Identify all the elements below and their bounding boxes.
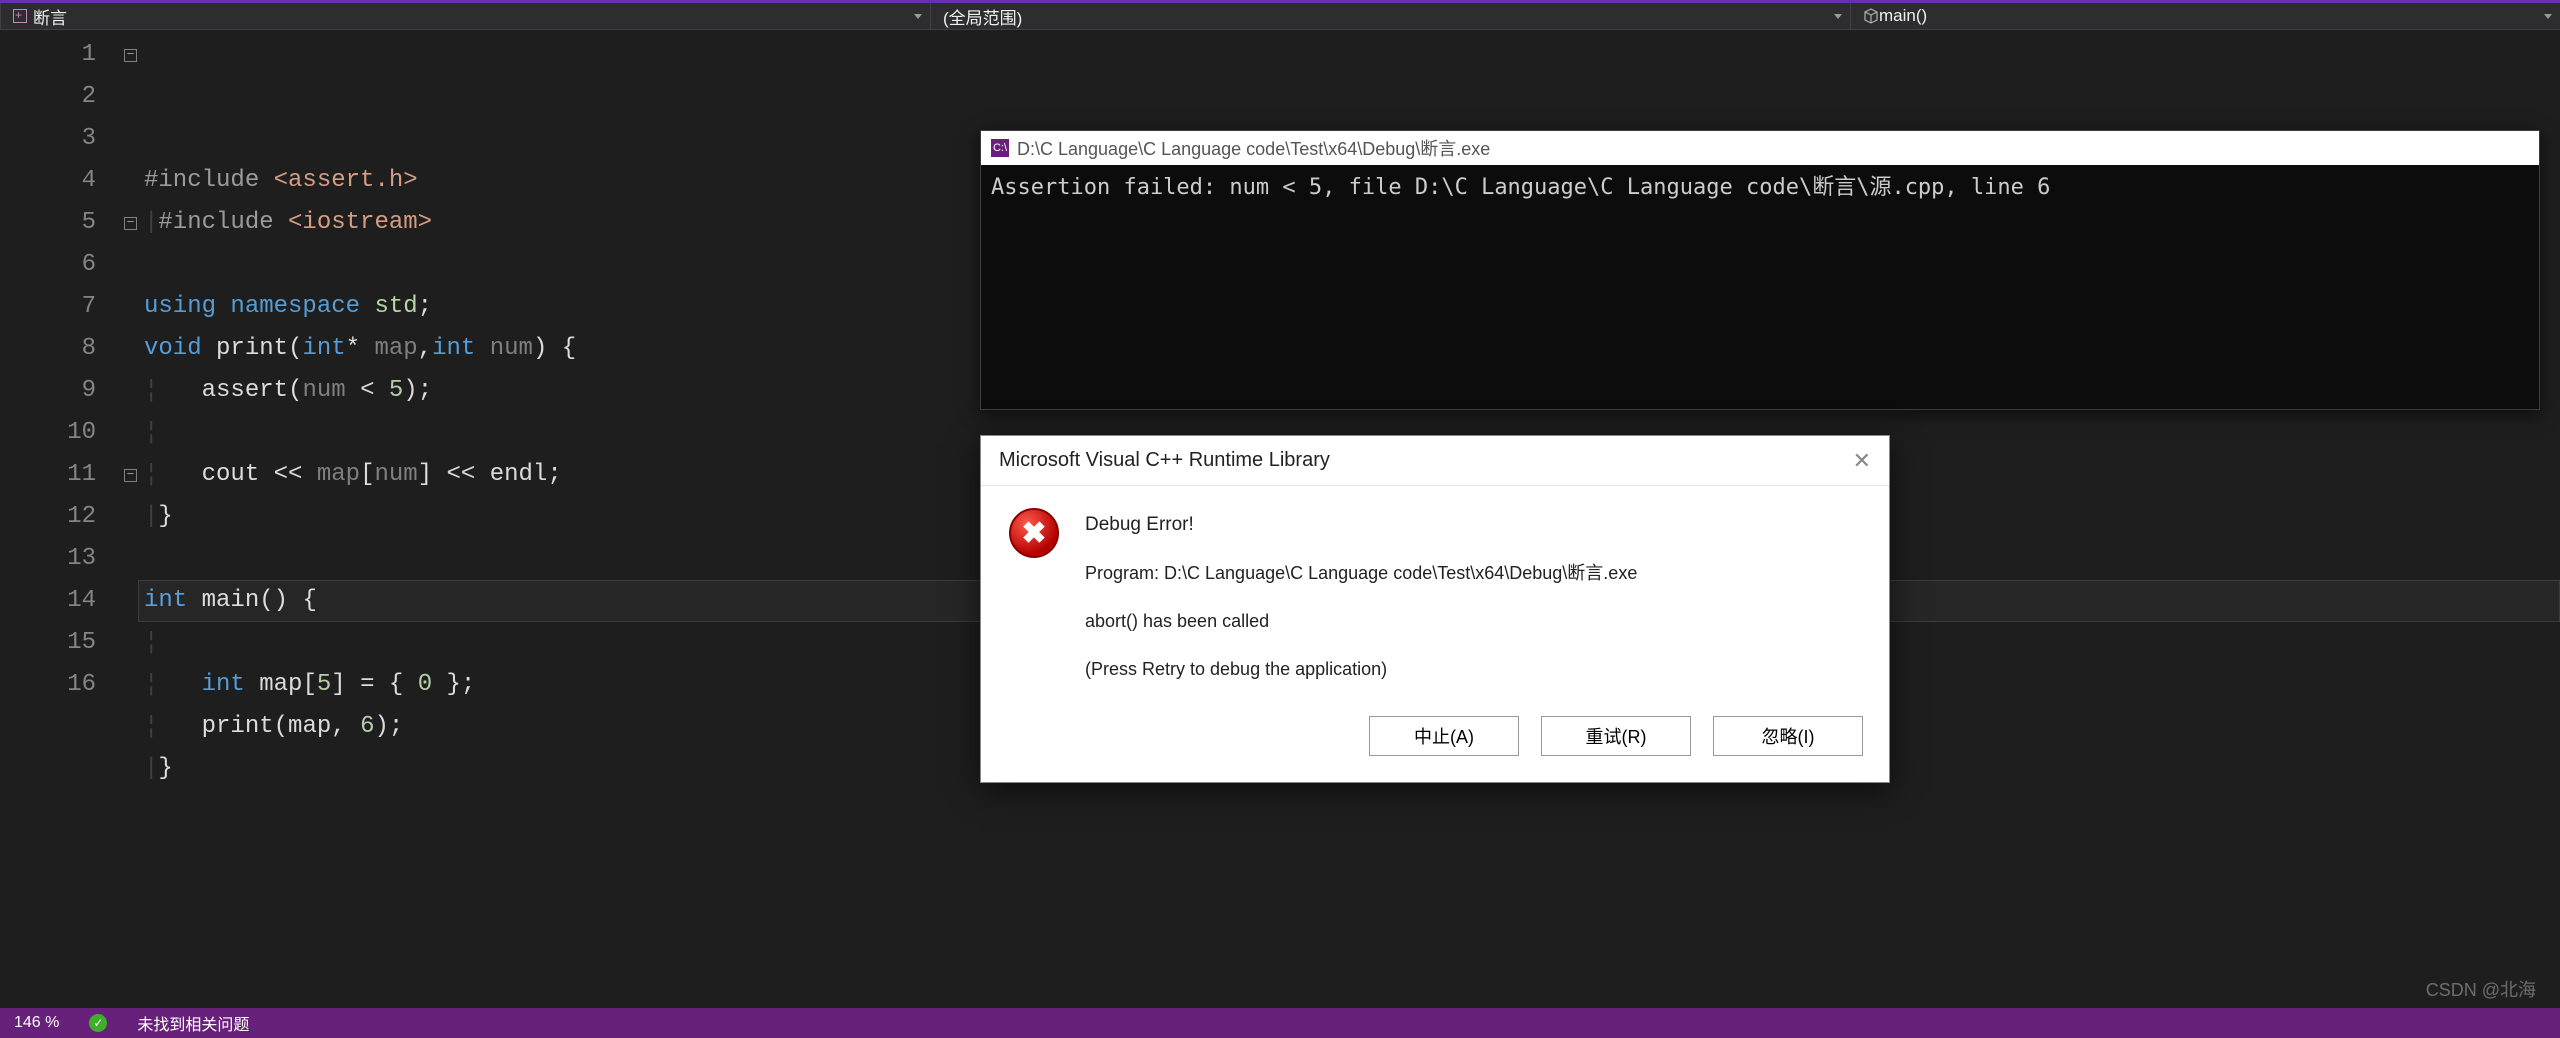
- close-icon[interactable]: ✕: [1853, 448, 1871, 474]
- dialog-button-row: 中止(A) 重试(R) 忽略(I): [981, 696, 1889, 782]
- function-dropdown[interactable]: main(): [1850, 3, 2560, 29]
- issues-text[interactable]: 未找到相关问题: [137, 1011, 249, 1035]
- line-number: 5: [0, 202, 96, 244]
- fold-toggle[interactable]: −: [124, 469, 137, 482]
- zoom-level[interactable]: 146 %: [14, 1014, 59, 1032]
- line-number: 2: [0, 76, 96, 118]
- line-number: 11: [0, 454, 96, 496]
- console-output: Assertion failed: num < 5, file D:\C Lan…: [981, 165, 2539, 211]
- line-number: 13: [0, 538, 96, 580]
- fold-column[interactable]: − − −: [124, 30, 144, 1008]
- console-window[interactable]: C:\ D:\C Language\C Language code\Test\x…: [980, 130, 2540, 410]
- dialog-title: Microsoft Visual C++ Runtime Library: [999, 449, 1330, 472]
- dialog-heading: Debug Error!: [1085, 508, 1637, 542]
- line-number: 8: [0, 328, 96, 370]
- fold-toggle[interactable]: −: [124, 49, 137, 62]
- scope-label: (全局范围): [943, 4, 1022, 29]
- dialog-program-line: Program: D:\C Language\C Language code\T…: [1085, 556, 1637, 590]
- dialog-abort-line: abort() has been called: [1085, 604, 1637, 638]
- line-number: 9: [0, 370, 96, 412]
- line-number: 4: [0, 160, 96, 202]
- status-bar: 146 % ✓ 未找到相关问题: [0, 1008, 2560, 1038]
- dialog-body: ✖ Debug Error! Program: D:\C Language\C …: [981, 486, 1889, 696]
- console-app-icon: C:\: [991, 139, 1009, 157]
- runtime-error-dialog: Microsoft Visual C++ Runtime Library ✕ ✖…: [980, 435, 1890, 783]
- error-icon: ✖: [1009, 508, 1059, 558]
- console-title: D:\C Language\C Language code\Test\x64\D…: [1017, 135, 1490, 161]
- line-number: 15: [0, 622, 96, 664]
- line-number: 3: [0, 118, 96, 160]
- dialog-titlebar[interactable]: Microsoft Visual C++ Runtime Library ✕: [981, 436, 1889, 486]
- line-number: 7: [0, 286, 96, 328]
- line-number: 14: [0, 580, 96, 622]
- cube-icon: [1863, 8, 1879, 24]
- file-icon: [13, 9, 27, 23]
- abort-button[interactable]: 中止(A): [1369, 716, 1519, 756]
- issues-icon[interactable]: ✓: [89, 1014, 107, 1032]
- function-label: main(): [1879, 6, 1927, 26]
- line-number: 1: [0, 34, 96, 76]
- watermark: CSDN @北海: [2426, 976, 2536, 1002]
- line-number: 10: [0, 412, 96, 454]
- breadcrumb-bar: 断言 (全局范围) main(): [0, 0, 2560, 30]
- line-number: 6: [0, 244, 96, 286]
- file-name: 断言: [33, 4, 67, 29]
- dialog-text: Debug Error! Program: D:\C Language\C La…: [1085, 508, 1637, 686]
- console-titlebar[interactable]: C:\ D:\C Language\C Language code\Test\x…: [981, 131, 2539, 165]
- file-dropdown[interactable]: 断言: [0, 3, 930, 29]
- retry-button[interactable]: 重试(R): [1541, 716, 1691, 756]
- line-number: 16: [0, 664, 96, 706]
- line-number-gutter: 12345678910111213141516: [0, 30, 118, 1008]
- fold-toggle[interactable]: −: [124, 217, 137, 230]
- dialog-hint-line: (Press Retry to debug the application): [1085, 652, 1637, 686]
- code-line[interactable]: [144, 790, 2560, 832]
- scope-dropdown[interactable]: (全局范围): [930, 3, 1850, 29]
- line-number: 12: [0, 496, 96, 538]
- ignore-button[interactable]: 忽略(I): [1713, 716, 1863, 756]
